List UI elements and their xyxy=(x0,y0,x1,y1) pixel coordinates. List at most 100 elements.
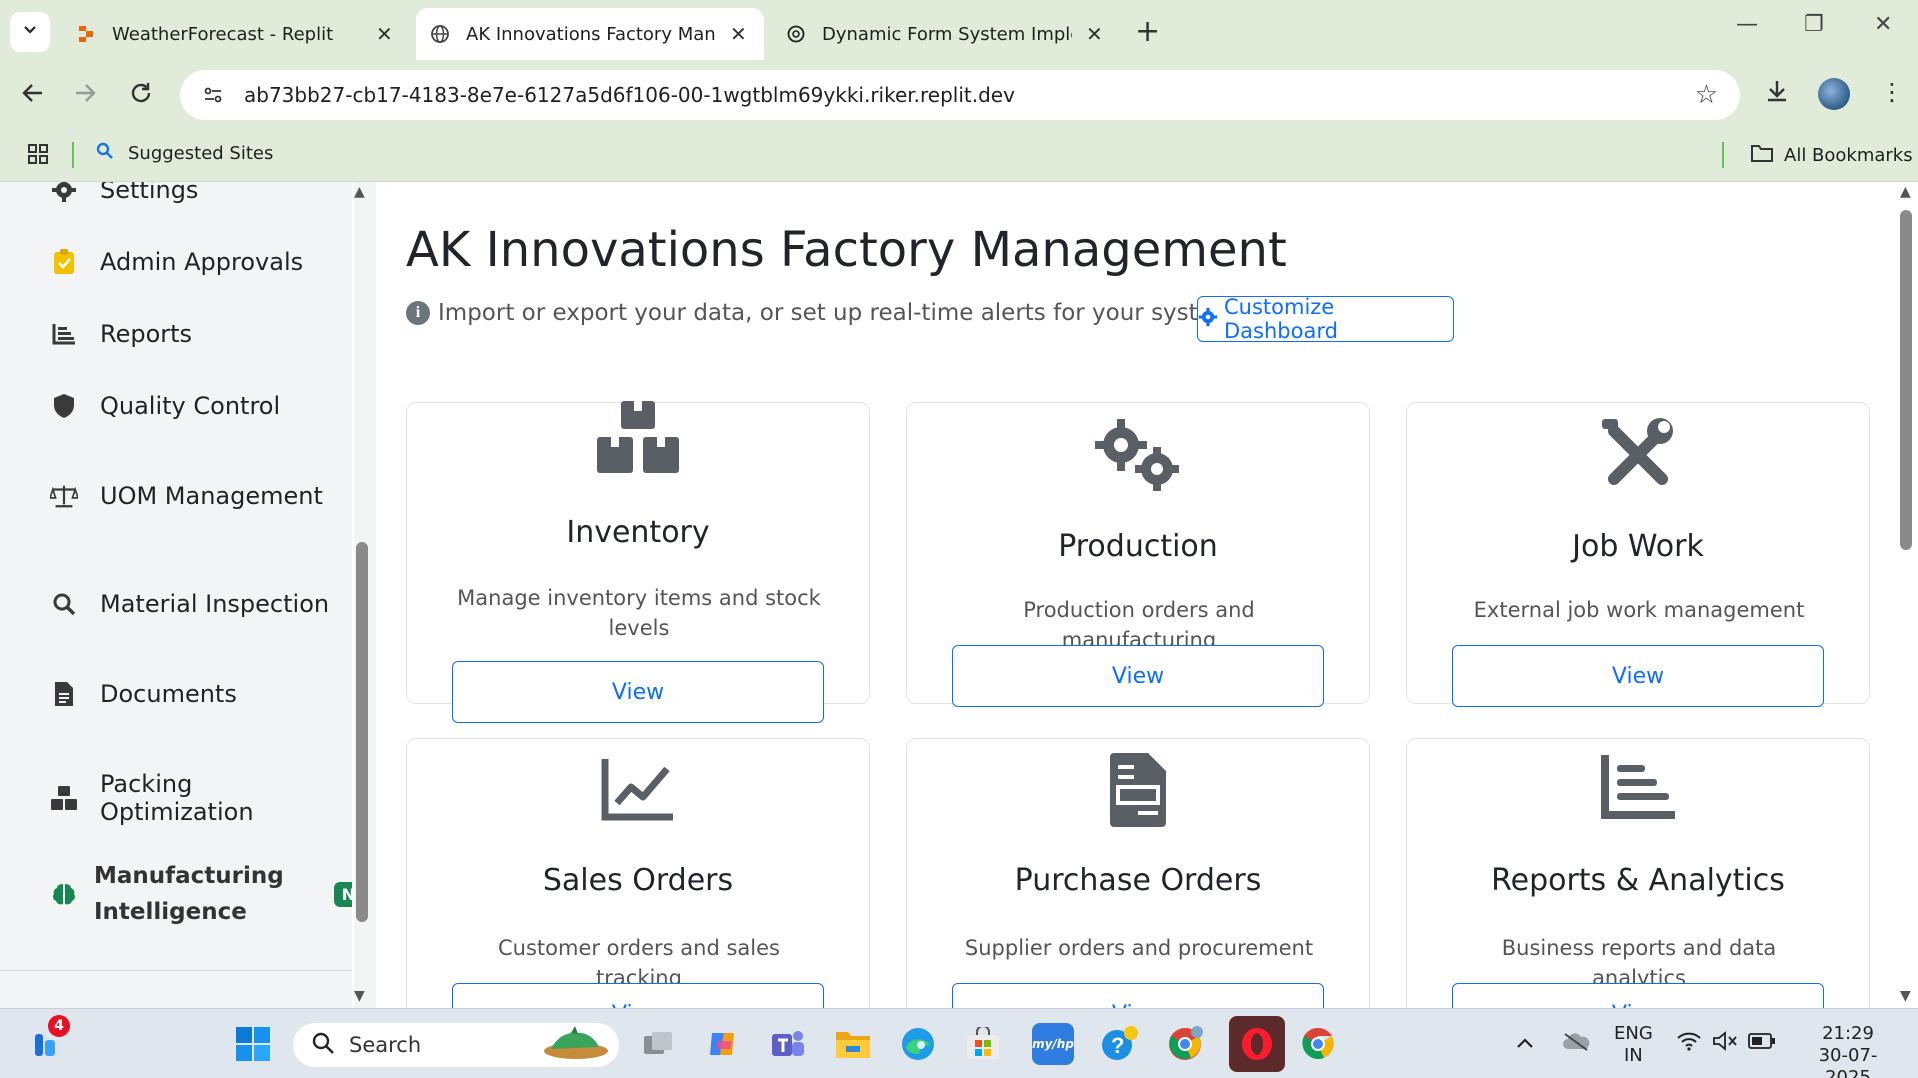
main-scrollbar[interactable]: ▲ ▼ xyxy=(1896,182,1918,1008)
help-icon[interactable]: ? xyxy=(1099,1023,1141,1065)
card-sales-orders: Sales Orders Customer orders and sales t… xyxy=(406,738,870,1008)
menu-kebab-icon[interactable]: ⋮ xyxy=(1880,78,1904,106)
tab-ak-innovations[interactable]: AK Innovations Factory Manage ✕ xyxy=(416,8,764,60)
search-icon xyxy=(96,142,114,165)
windows-taskbar: 4 Search my/hp ? ENG IN 21:29 30-07-2025 xyxy=(0,1008,1918,1078)
taskbar-search[interactable]: Search xyxy=(293,1023,619,1067)
opera-icon[interactable] xyxy=(1229,1016,1285,1072)
file-explorer-icon[interactable] xyxy=(832,1023,874,1065)
bookmark-divider xyxy=(72,142,74,168)
sidebar-item-label: Material Inspection xyxy=(100,590,330,618)
bar-chart-icon xyxy=(50,320,78,348)
bookmark-divider xyxy=(1722,142,1724,168)
clipboard-check-icon xyxy=(50,248,78,276)
restore-button[interactable]: ❐ xyxy=(1804,12,1824,37)
search-icon xyxy=(50,590,78,618)
brain-icon xyxy=(50,880,78,908)
tab-title: Dynamic Form System Impleme xyxy=(822,23,1072,45)
scroll-down-icon[interactable]: ▼ xyxy=(1900,988,1911,1004)
wifi-icon[interactable] xyxy=(1676,1031,1702,1057)
microsoft-store-icon[interactable] xyxy=(962,1023,1004,1065)
main-content: AK Innovations Factory Management i Impo… xyxy=(376,182,1896,1008)
close-window-button[interactable]: ✕ xyxy=(1874,12,1892,37)
site-info-icon[interactable] xyxy=(198,80,228,110)
sidebar-item-uom-management[interactable]: UOM Management xyxy=(50,482,323,510)
edge-browser-icon[interactable] xyxy=(897,1023,939,1065)
profile-avatar[interactable] xyxy=(1818,78,1850,110)
customize-label: Customize Dashboard xyxy=(1224,295,1338,343)
download-icon[interactable] xyxy=(1764,78,1790,110)
myhp-icon[interactable]: my/hp xyxy=(1032,1023,1074,1065)
new-tab-button[interactable]: + xyxy=(1135,14,1160,49)
info-icon: i xyxy=(406,301,430,325)
close-icon[interactable]: ✕ xyxy=(1086,22,1103,46)
sidebar-item-material-inspection[interactable]: Material Inspection xyxy=(50,590,329,618)
sidebar-item-settings[interactable]: Settings xyxy=(50,182,198,204)
sidebar-item-reports[interactable]: Reports xyxy=(50,320,192,348)
sidebar-item-label: Packing Optimization xyxy=(100,770,254,826)
copilot-icon[interactable] xyxy=(702,1023,744,1065)
scroll-up-icon[interactable]: ▲ xyxy=(1900,184,1911,200)
shield-icon xyxy=(50,392,78,420)
onedrive-icon[interactable] xyxy=(1562,1031,1590,1057)
language-indicator[interactable]: ENG IN xyxy=(1614,1023,1653,1067)
gears-icon xyxy=(907,419,1369,493)
reports-analytics-view-button[interactable]: View xyxy=(1452,983,1824,1008)
card-production: Production Production orders and manufac… xyxy=(906,402,1370,707)
sidebar-item-documents[interactable]: Documents xyxy=(50,680,237,708)
back-button[interactable] xyxy=(20,80,46,113)
sales-orders-view-button[interactable]: View xyxy=(452,983,824,1008)
folder-icon xyxy=(1750,142,1774,169)
bookmark-suggested-sites[interactable]: Suggested Sites xyxy=(96,142,273,165)
search-highlight-icon xyxy=(541,1025,611,1066)
line-chart-icon xyxy=(407,757,869,823)
all-bookmarks[interactable]: All Bookmarks xyxy=(1750,142,1913,169)
tab-weatherforecast[interactable]: WeatherForecast - Replit ✕ xyxy=(62,8,407,60)
card-title: Production xyxy=(1058,529,1218,564)
job-work-view-button[interactable]: View xyxy=(1452,645,1824,707)
sidebar-item-label: Reports xyxy=(100,320,193,348)
customize-dashboard-button[interactable]: Customize Dashboard xyxy=(1197,295,1454,343)
volume-muted-icon[interactable] xyxy=(1712,1031,1738,1057)
card-title: Reports & Analytics xyxy=(1491,863,1785,898)
main-scroll-thumb[interactable] xyxy=(1900,210,1912,550)
clock[interactable]: 21:29 30-07-2025 xyxy=(1798,1023,1898,1078)
windows-start-icon[interactable] xyxy=(232,1023,274,1065)
bookmark-star-icon[interactable]: ☆ xyxy=(1695,80,1718,110)
page-subtitle: i Import or export your data, or set up … xyxy=(406,300,1242,326)
card-reports-analytics: Reports & Analytics Business reports and… xyxy=(1406,738,1870,1008)
sidebar-item-manufacturing-intelligence[interactable]: Manufacturing Intelligence NEW xyxy=(50,858,352,930)
sidebar-item-label: Admin Approvals xyxy=(100,248,304,276)
tab-title: AK Innovations Factory Manage xyxy=(466,23,716,45)
sidebar-scrollbar[interactable]: ▲ ▼ xyxy=(354,182,376,1008)
inventory-view-button[interactable]: View xyxy=(452,661,824,723)
chevron-up-icon[interactable] xyxy=(1516,1033,1534,1055)
forward-button[interactable] xyxy=(72,80,98,113)
apps-grid-icon[interactable] xyxy=(26,142,50,166)
sidebar-item-quality-control[interactable]: Quality Control xyxy=(50,392,280,420)
scroll-up-icon[interactable]: ▲ xyxy=(354,184,365,200)
bookmark-label: All Bookmarks xyxy=(1784,145,1913,166)
region-label: IN xyxy=(1624,1045,1643,1066)
scroll-down-icon[interactable]: ▼ xyxy=(354,988,365,1004)
purchase-orders-view-button[interactable]: View xyxy=(952,983,1324,1008)
chrome-icon[interactable] xyxy=(1297,1023,1339,1065)
tab-search-button[interactable] xyxy=(10,12,50,52)
bar-chart-icon xyxy=(1407,755,1869,821)
card-title: Purchase Orders xyxy=(1014,863,1262,898)
sidebar-item-packing-optimization[interactable]: Packing Optimization xyxy=(50,770,352,826)
close-icon[interactable]: ✕ xyxy=(730,22,747,46)
sidebar-scroll-thumb[interactable] xyxy=(356,542,368,922)
tab-dynamic-form[interactable]: Dynamic Form System Impleme ✕ xyxy=(772,8,1117,60)
teams-icon[interactable] xyxy=(767,1023,809,1065)
address-bar[interactable]: ab73bb27-cb17-4183-8e7e-6127a5d6f106-00-… xyxy=(180,70,1740,120)
chrome-profile-icon[interactable] xyxy=(1164,1023,1206,1065)
sidebar-item-admin-approvals[interactable]: Admin Approvals xyxy=(50,248,303,276)
minimize-button[interactable]: — xyxy=(1736,12,1758,37)
battery-icon[interactable] xyxy=(1748,1033,1776,1055)
task-view-icon[interactable] xyxy=(637,1023,679,1065)
sidebar-divider xyxy=(0,970,352,971)
production-view-button[interactable]: View xyxy=(952,645,1324,707)
close-icon[interactable]: ✕ xyxy=(376,22,393,46)
reload-button[interactable] xyxy=(128,80,154,113)
